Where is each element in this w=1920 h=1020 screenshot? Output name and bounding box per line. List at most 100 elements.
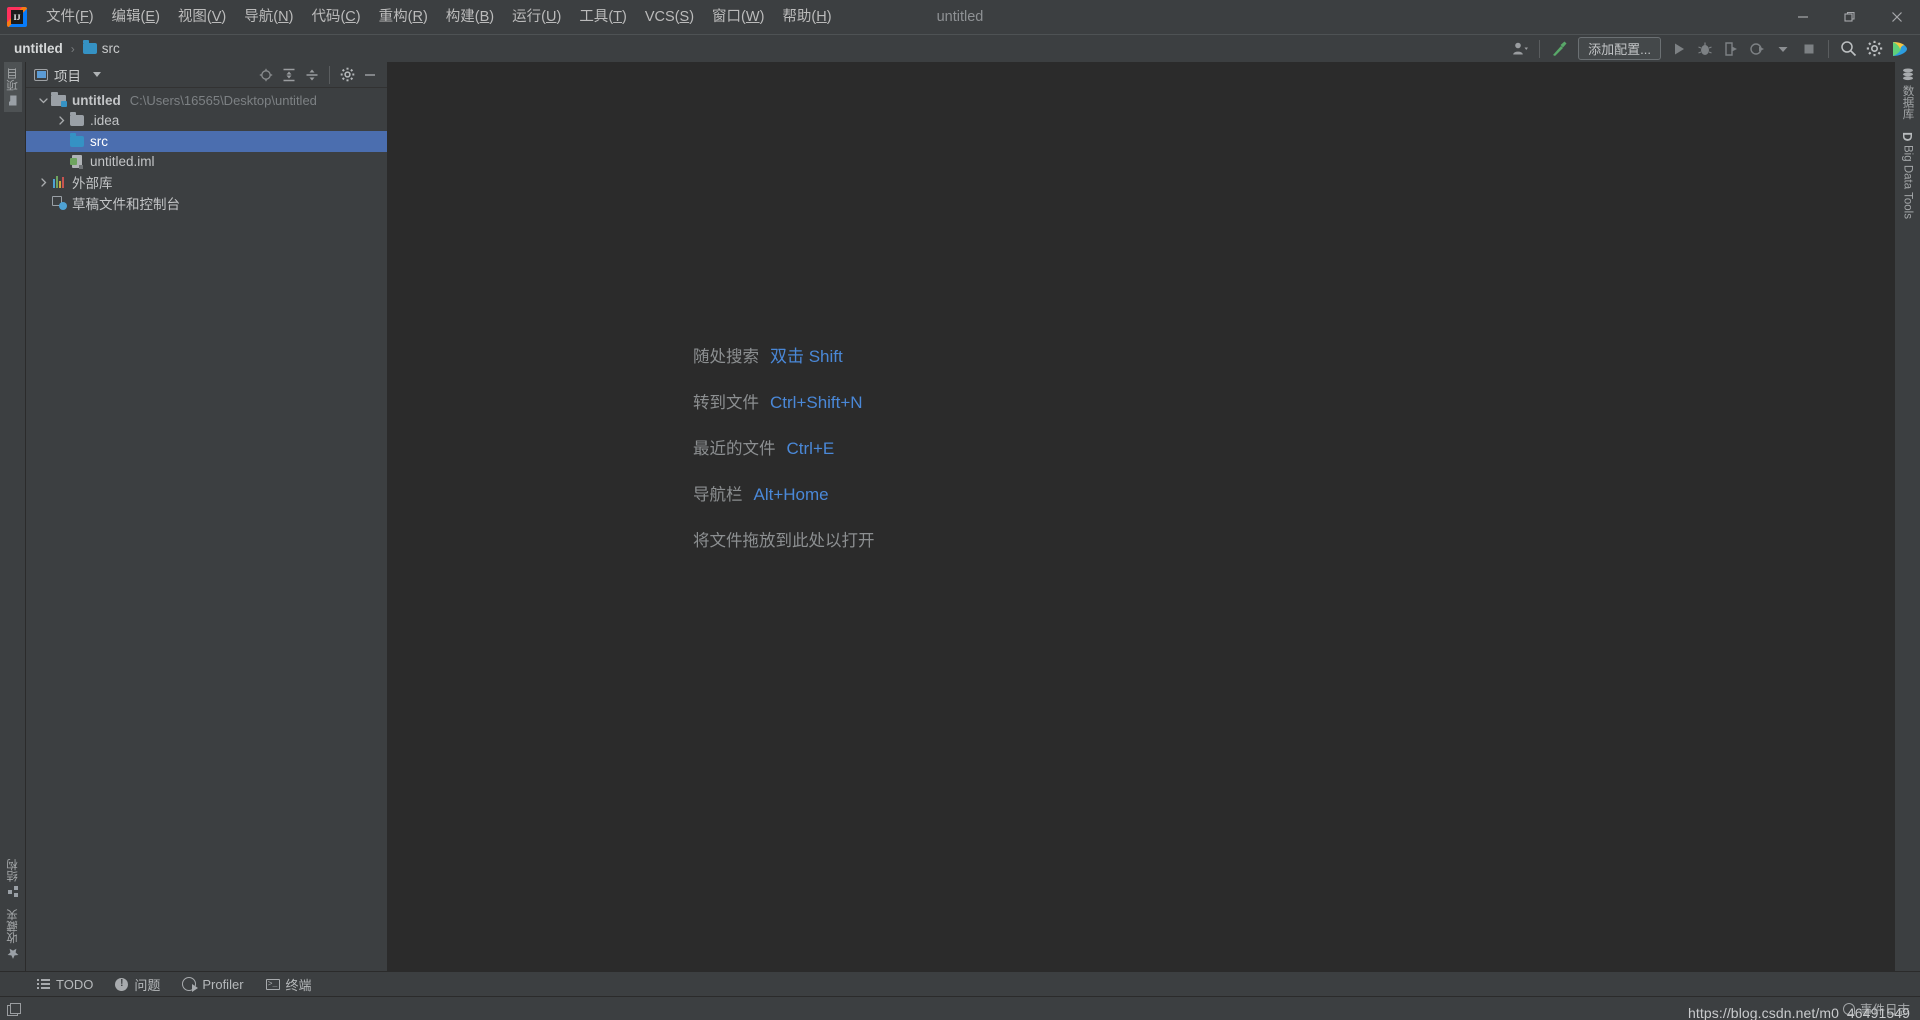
run-icon[interactable] [1667,37,1691,61]
tree-node-0[interactable]: untitled C:\Users\16565\Desktop\untitled [26,90,387,111]
sidebar-item-database-label: 数据库 [1901,85,1914,120]
project-panel-title-group[interactable]: 项目 [34,65,101,85]
tool-window-terminal-label: 终端 [285,977,312,993]
menu-item-10[interactable]: 窗口(W) [703,0,773,34]
tree-node-label: untitled [72,92,121,108]
chevron-right-icon[interactable] [55,116,68,125]
search-everywhere-icon[interactable] [1836,37,1860,61]
hide-icon[interactable] [359,64,381,86]
tree-node-label: 外部库 [72,176,113,192]
chevron-down-icon[interactable] [1771,37,1795,61]
problems-icon: ! [115,977,129,991]
menu-item-9[interactable]: VCS(S) [636,0,703,34]
menu-item-8[interactable]: 工具(T) [570,0,636,34]
menu-item-5[interactable]: 重构(R) [370,0,437,34]
sidebar-item-project[interactable]: 项目 [3,62,22,112]
tree-node-icon-slot [68,132,85,147]
profile-icon[interactable] [1745,37,1769,61]
chevron-down-icon[interactable] [37,96,50,105]
menu-item-mnemonic: (U) [541,9,562,25]
menu-item-label: 代码 [311,9,341,25]
tree-node-2[interactable]: src [26,131,387,152]
tree-node-4[interactable]: 外部库 [26,172,387,193]
minimize-button[interactable] [1779,0,1826,34]
menu-item-4[interactable]: 代码(C) [302,0,369,34]
debug-icon[interactable] [1693,37,1717,61]
editor-hint-4: 将文件拖放到此处以打开 [693,527,875,551]
tree-node-path: C:\Users\16565\Desktop\untitled [129,92,317,108]
menu-item-0[interactable]: 文件(F) [37,0,103,34]
menu-item-7[interactable]: 运行(U) [503,0,570,34]
todo-list-icon [37,979,50,989]
run-with-coverage-icon[interactable] [1719,37,1743,61]
toolbar-divider-2 [1828,39,1829,58]
tree-node-icon-slot [68,112,85,127]
sidebar-item-favorites[interactable]: 收藏夹 [4,903,22,966]
expand-all-icon[interactable] [278,64,300,86]
sidebar-item-structure[interactable]: 结构 [4,853,22,903]
menu-item-11[interactable]: 帮助(H) [773,0,840,34]
menu-item-mnemonic: (H) [811,9,832,25]
folder-icon [82,40,97,54]
tree-node-3[interactable]: untitled.iml [26,152,387,173]
window-title: untitled [936,9,984,25]
tool-window-problems[interactable]: ! 问题 [104,972,171,997]
project-tool-window: 项目 untitled C:\Users\16565\Desktop\untit… [26,62,388,971]
settings-gear-icon[interactable] [336,64,358,86]
chevron-right-icon[interactable] [37,178,50,187]
sidebar-item-project-label: 项目 [6,68,19,91]
stop-icon[interactable] [1797,37,1821,61]
tree-node-5[interactable]: 草稿文件和控制台 [26,193,387,214]
close-button[interactable] [1873,0,1920,34]
menu-item-2[interactable]: 视图(V) [169,0,235,34]
menu-item-label: 构建 [445,9,475,25]
menu-item-mnemonic: (S) [674,9,695,25]
left-tool-strip: 项目 结构 收藏夹 [0,62,26,971]
user-account-icon[interactable] [1508,37,1532,61]
collapse-all-icon[interactable] [301,64,323,86]
restore-button[interactable] [1826,0,1873,34]
add-configuration-button[interactable]: 添加配置... [1578,37,1661,60]
menu-item-label: VCS [644,9,675,25]
menu-item-6[interactable]: 构建(B) [437,0,503,34]
tree-node-1[interactable]: .idea [26,111,387,132]
library-icon [53,176,64,189]
tool-window-profiler[interactable]: Profiler [171,972,254,997]
sidebar-item-favorites-label: 收藏夹 [6,908,19,944]
window-controls [1779,0,1920,34]
toolbar-divider [1539,39,1541,58]
run-toolbar: 添加配置... [1508,37,1920,61]
structure-icon [7,885,19,897]
editor-hint-label: 导航栏 [693,486,743,504]
menu-item-label: 编辑 [111,9,141,25]
breadcrumb-item-0[interactable]: untitled [10,39,67,58]
status-bar-left [0,1002,21,1016]
editor-hint-shortcut: Ctrl+Shift+N [770,393,863,412]
select-opened-file-icon[interactable] [255,64,277,86]
editor-empty-area[interactable]: 随处搜索 双击 Shift 转到文件 Ctrl+Shift+N 最近的文件 Ctrl+E 导… [388,62,1894,971]
breadcrumb-item-label: untitled [14,41,63,56]
tool-window-todo[interactable]: TODO [26,972,104,997]
menu-item-3[interactable]: 导航(N) [235,0,302,34]
project-window-icon [34,68,48,81]
project-panel-title: 项目 [54,68,81,84]
left-strip-top: 项目 [0,62,25,112]
sidebar-item-structure-label: 结构 [6,858,19,882]
ide-assistant-icon[interactable] [1888,37,1912,61]
menu-item-mnemonic: (V) [206,9,227,25]
build-hammer-icon[interactable] [1547,37,1572,61]
scratches-icon [51,196,67,211]
menu-item-1[interactable]: 编辑(E) [103,0,169,34]
settings-gear-icon[interactable] [1862,37,1886,61]
menu-item-mnemonic: (F) [75,9,94,25]
sidebar-item-database[interactable]: 数据库 [1899,62,1917,126]
editor-hint-0: 随处搜索 双击 Shift [693,342,875,367]
breadcrumb-item-1[interactable]: src [79,39,124,58]
project-tree[interactable]: untitled C:\Users\16565\Desktop\untitled.… [26,88,387,971]
panel-toolbar-divider [329,65,330,84]
chevron-down-icon[interactable] [93,72,101,77]
folder-blue-icon [69,132,84,147]
tool-window-terminal[interactable]: >_ 终端 [255,972,323,997]
sidebar-item-big-data-tools[interactable]: D Big Data Tools [1900,126,1915,225]
toggle-toolwindows-icon[interactable] [7,1002,21,1016]
